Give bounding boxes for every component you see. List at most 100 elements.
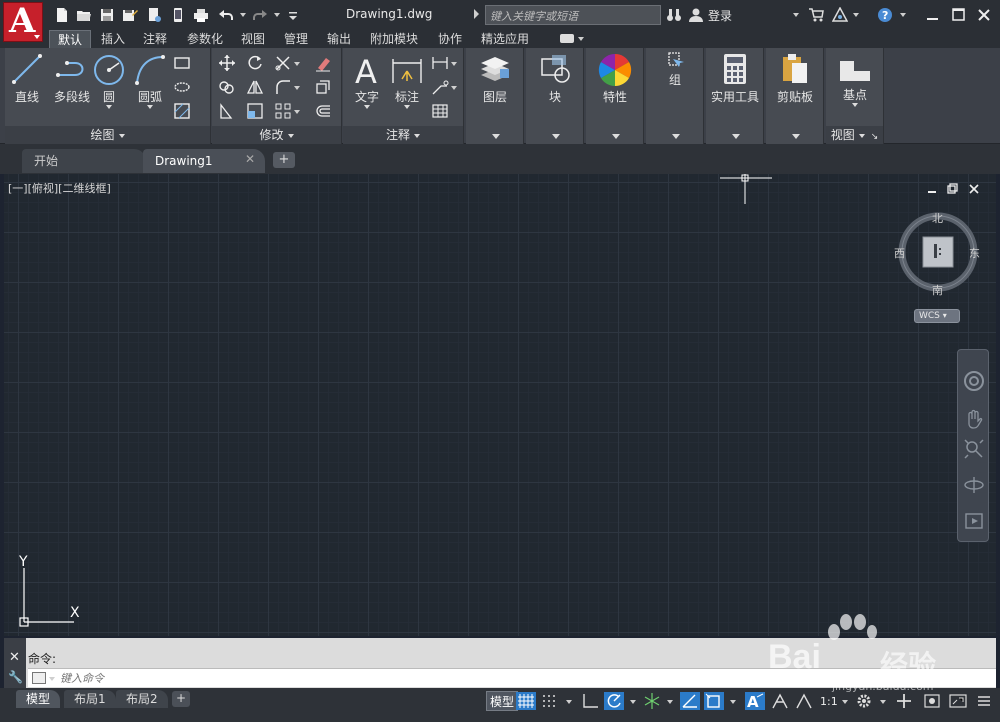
leader-dropdown-icon[interactable] (451, 86, 457, 90)
layout1-tab[interactable]: 布局1 (64, 690, 116, 708)
tab-annotate[interactable]: 注释 (135, 30, 175, 48)
help-icon[interactable]: ? (877, 7, 893, 23)
workspace-gear-icon[interactable] (854, 692, 874, 710)
offset-icon[interactable] (314, 102, 332, 120)
circle-dropdown-icon[interactable] (106, 105, 112, 109)
tab-output[interactable]: 输出 (319, 30, 359, 48)
login-button[interactable]: 登录 (708, 7, 732, 24)
text-dropdown-icon[interactable] (364, 105, 370, 109)
array-dropdown-icon[interactable] (294, 110, 300, 114)
circle-tool-button[interactable]: 圆 (89, 53, 129, 109)
command-prompt-icon[interactable] (32, 672, 46, 684)
cart-icon[interactable] (808, 7, 824, 23)
application-menu-button[interactable]: A (3, 1, 43, 42)
properties-dropdown-icon[interactable] (611, 134, 620, 139)
autodesk-app-icon[interactable] (831, 6, 849, 23)
compass-north-label[interactable]: 北 (932, 210, 943, 226)
close-tab-icon[interactable]: ✕ (245, 152, 255, 166)
layout2-tab[interactable]: 布局2 (116, 690, 168, 708)
layers-dropdown-icon[interactable] (491, 134, 500, 139)
redo-dropdown-icon[interactable] (274, 13, 280, 17)
group-dropdown-icon[interactable] (671, 134, 680, 139)
annotation-scale-value[interactable]: 1:1 (820, 695, 838, 708)
tab-featured-apps[interactable]: 精选应用 (473, 30, 537, 48)
ellipse-icon[interactable] (173, 78, 191, 96)
snap-mode-icon[interactable] (540, 692, 560, 710)
layers-button[interactable]: 图层 (470, 53, 520, 105)
tab-parametric[interactable]: 参数化 (179, 30, 231, 48)
undo-dropdown-icon[interactable] (240, 13, 246, 17)
drawing-canvas[interactable]: [一][俯视][二维线框] 北 南 东 西 WCS ▾ Y X (4, 174, 996, 636)
save-icon[interactable] (99, 7, 115, 23)
erase-icon[interactable] (314, 54, 332, 72)
wcs-menu-button[interactable]: WCS ▾ (914, 309, 960, 323)
annotation-monitor-plus-icon[interactable] (894, 692, 914, 710)
block-dropdown-icon[interactable] (551, 134, 560, 139)
publish-web-icon[interactable] (146, 7, 162, 23)
redo-icon[interactable] (252, 7, 268, 23)
dimension-tool-button[interactable]: 标注 (387, 53, 427, 109)
viewport-window-controls[interactable] (926, 182, 988, 196)
model-layout-tab[interactable]: 模型 (16, 690, 61, 708)
polar-tracking-icon[interactable] (604, 692, 624, 710)
object-snap-dropdown-icon[interactable] (730, 700, 736, 704)
annotation-visibility-icon[interactable]: A (745, 692, 765, 711)
rectangle-icon[interactable] (173, 54, 191, 72)
scale-dropdown-icon[interactable] (842, 700, 848, 704)
clipboard-dropdown-icon[interactable] (791, 134, 800, 139)
ribbon-toggle-icon[interactable] (560, 34, 574, 43)
text-tool-button[interactable]: A 文字 (347, 53, 387, 109)
leader-icon[interactable] (431, 78, 449, 96)
ribbon-toggle-dropdown-icon[interactable] (578, 37, 584, 41)
new-file-icon[interactable] (54, 7, 70, 23)
dimension-dropdown-icon[interactable] (404, 105, 410, 109)
linear-dropdown-icon[interactable] (451, 62, 457, 66)
open-folder-icon[interactable] (76, 7, 92, 23)
showmotion-icon[interactable] (963, 510, 985, 532)
command-customize-wrench-icon[interactable]: 🔧 (8, 670, 23, 684)
line-tool-button[interactable]: 直线 (9, 53, 45, 105)
tab-addins[interactable]: 附加模块 (362, 30, 426, 48)
viewport-controls-label[interactable]: [一][俯视][二维线框] (8, 180, 111, 196)
arc-dropdown-icon[interactable] (147, 105, 153, 109)
zoom-extents-icon[interactable] (963, 438, 985, 460)
customize-quick-access-icon[interactable] (285, 7, 301, 23)
tab-home[interactable]: 默认 (49, 30, 92, 48)
object-snap-icon[interactable] (704, 692, 724, 710)
hatch-icon[interactable] (173, 102, 191, 120)
rotate-icon[interactable] (246, 54, 264, 72)
isolate-objects-icon[interactable] (922, 692, 942, 710)
binoculars-icon[interactable] (666, 7, 682, 23)
draw-panel-title[interactable]: 绘图 (5, 126, 210, 144)
linear-dimension-icon[interactable] (431, 54, 449, 72)
grid-display-icon[interactable] (516, 692, 536, 710)
add-layout-plus-icon[interactable]: + (172, 691, 190, 707)
base-view-button[interactable]: 基点 (828, 53, 882, 107)
maximize-icon[interactable] (948, 4, 970, 26)
group-button[interactable]: 组 (650, 51, 700, 88)
trim-icon[interactable] (274, 54, 292, 72)
fillet-icon[interactable] (274, 78, 292, 96)
table-icon[interactable] (431, 102, 449, 120)
isometric-dropdown-icon[interactable] (667, 700, 673, 704)
view-panel-title[interactable]: 视图 ↘ (826, 126, 883, 144)
orbit-icon[interactable] (963, 474, 985, 496)
viewcube[interactable]: 北 南 东 西 (890, 204, 986, 324)
trim-dropdown-icon[interactable] (294, 62, 300, 66)
auto-scale-icon[interactable] (770, 692, 790, 710)
tab-manage[interactable]: 管理 (276, 30, 316, 48)
properties-button[interactable]: 特性 (590, 53, 640, 105)
search-input[interactable]: 键入关键字或短语 (485, 5, 661, 25)
app-dropdown-icon[interactable] (853, 13, 859, 17)
compass-east-label[interactable]: 东 (969, 245, 980, 261)
model-space-button[interactable]: 模型 (486, 691, 519, 711)
base-view-dropdown-icon[interactable] (852, 103, 858, 107)
isometric-drafting-icon[interactable] (642, 692, 662, 710)
undo-icon[interactable] (218, 7, 234, 23)
array-icon[interactable] (274, 102, 292, 120)
object-snap-tracking-icon[interactable] (680, 692, 700, 710)
modify-panel-title[interactable]: 修改 (212, 126, 341, 144)
explode-icon[interactable] (314, 78, 332, 96)
help-dropdown-icon[interactable] (900, 13, 906, 17)
user-icon[interactable] (688, 7, 704, 23)
